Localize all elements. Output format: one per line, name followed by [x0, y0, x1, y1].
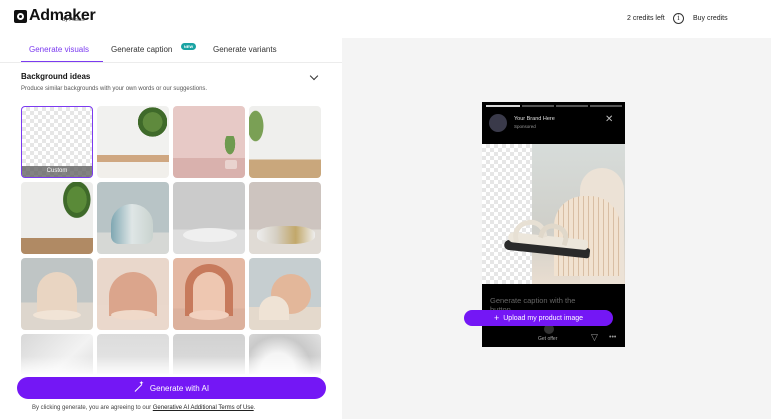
chevron-down-icon[interactable] [309, 71, 319, 81]
upload-product-image-button[interactable]: + Upload my product image [464, 310, 613, 326]
info-icon[interactable]: i [673, 13, 684, 24]
upload-button-label: Upload my product image [503, 314, 584, 322]
background-ideas-grid: Custom [21, 106, 324, 374]
background-tile[interactable] [97, 258, 169, 330]
background-tile[interactable] [249, 182, 321, 254]
magic-wand-icon [134, 380, 144, 393]
get-offer-label[interactable]: Get offer [538, 336, 557, 342]
send-icon[interactable]: ▽ [591, 333, 598, 342]
tab-generate-visuals[interactable]: Generate visuals [29, 45, 89, 54]
background-tile[interactable] [173, 258, 245, 330]
credits-left: 2 credits left [627, 15, 665, 22]
brand-avatar [489, 114, 507, 132]
podium-image [183, 228, 237, 242]
left-panel: Generate visuals Generate caption NEW Ge… [0, 38, 342, 419]
tab-divider [0, 62, 342, 63]
plus-icon: + [493, 312, 500, 323]
background-tile[interactable] [97, 182, 169, 254]
admaker-logo-icon [14, 9, 27, 23]
background-tile[interactable] [249, 258, 321, 330]
background-tile-custom[interactable]: Custom [21, 106, 93, 178]
brand-name: Your Brand Here [514, 116, 555, 122]
terms-notice: By clicking generate, you are agreeing t… [32, 405, 255, 411]
sponsored-label: Sponsored [514, 124, 536, 129]
story-progress-bar [590, 105, 622, 107]
transparent-area [482, 144, 532, 284]
generate-with-ai-button[interactable]: Generate with AI [17, 377, 326, 399]
story-progress-bar [522, 105, 554, 107]
new-badge: NEW [181, 43, 196, 50]
grid-fade-overlay [0, 356, 342, 376]
marble-podium-image [257, 226, 315, 244]
product-preview-image [482, 144, 625, 284]
story-progress-bar [556, 105, 588, 107]
plant-image [221, 136, 239, 162]
terms-suffix: . [253, 405, 256, 411]
top-bar: Admaker By Picsart 2 credits left i Buy … [0, 0, 771, 38]
background-tile[interactable] [173, 182, 245, 254]
tab-generate-variants[interactable]: Generate variants [213, 45, 277, 54]
background-tile[interactable] [21, 258, 93, 330]
buy-credits-link[interactable]: Buy credits [693, 15, 728, 22]
logo-subtitle: By Picsart [62, 17, 85, 23]
background-ideas-title: Background ideas [21, 72, 91, 81]
terms-prefix: By clicking generate, you are agreeing t… [32, 405, 153, 411]
background-tile[interactable] [97, 106, 169, 178]
plant-leaves-image [57, 182, 93, 226]
background-tile[interactable] [173, 106, 245, 178]
terms-of-use-link[interactable]: Generative AI Additional Terms of Use [153, 405, 254, 411]
caption-placeholder: Generate caption with the [490, 296, 576, 305]
background-ideas-description: Produce similar backgrounds with your ow… [21, 86, 208, 92]
plant-leaves-image [131, 106, 167, 146]
generate-button-label: Generate with AI [149, 383, 210, 393]
tab-bar: Generate visuals Generate caption NEW Ge… [0, 38, 342, 63]
more-icon[interactable]: ••• [609, 334, 616, 341]
background-tile[interactable] [21, 182, 93, 254]
sculpture-image [111, 204, 153, 244]
arch-image [259, 296, 289, 320]
custom-tile-label: Custom [22, 166, 92, 177]
plant-leaves-image [249, 106, 271, 156]
tab-generate-caption[interactable]: Generate caption [111, 45, 172, 54]
preview-panel: Your Brand Here Sponsored ✕ Generate cap… [342, 38, 771, 419]
podium-image [111, 310, 155, 320]
background-tile[interactable] [249, 106, 321, 178]
podium-image [33, 310, 81, 320]
story-progress-bar [486, 105, 520, 107]
pot-image [225, 160, 237, 169]
close-icon[interactable]: ✕ [605, 115, 613, 125]
podium-image [189, 310, 229, 320]
